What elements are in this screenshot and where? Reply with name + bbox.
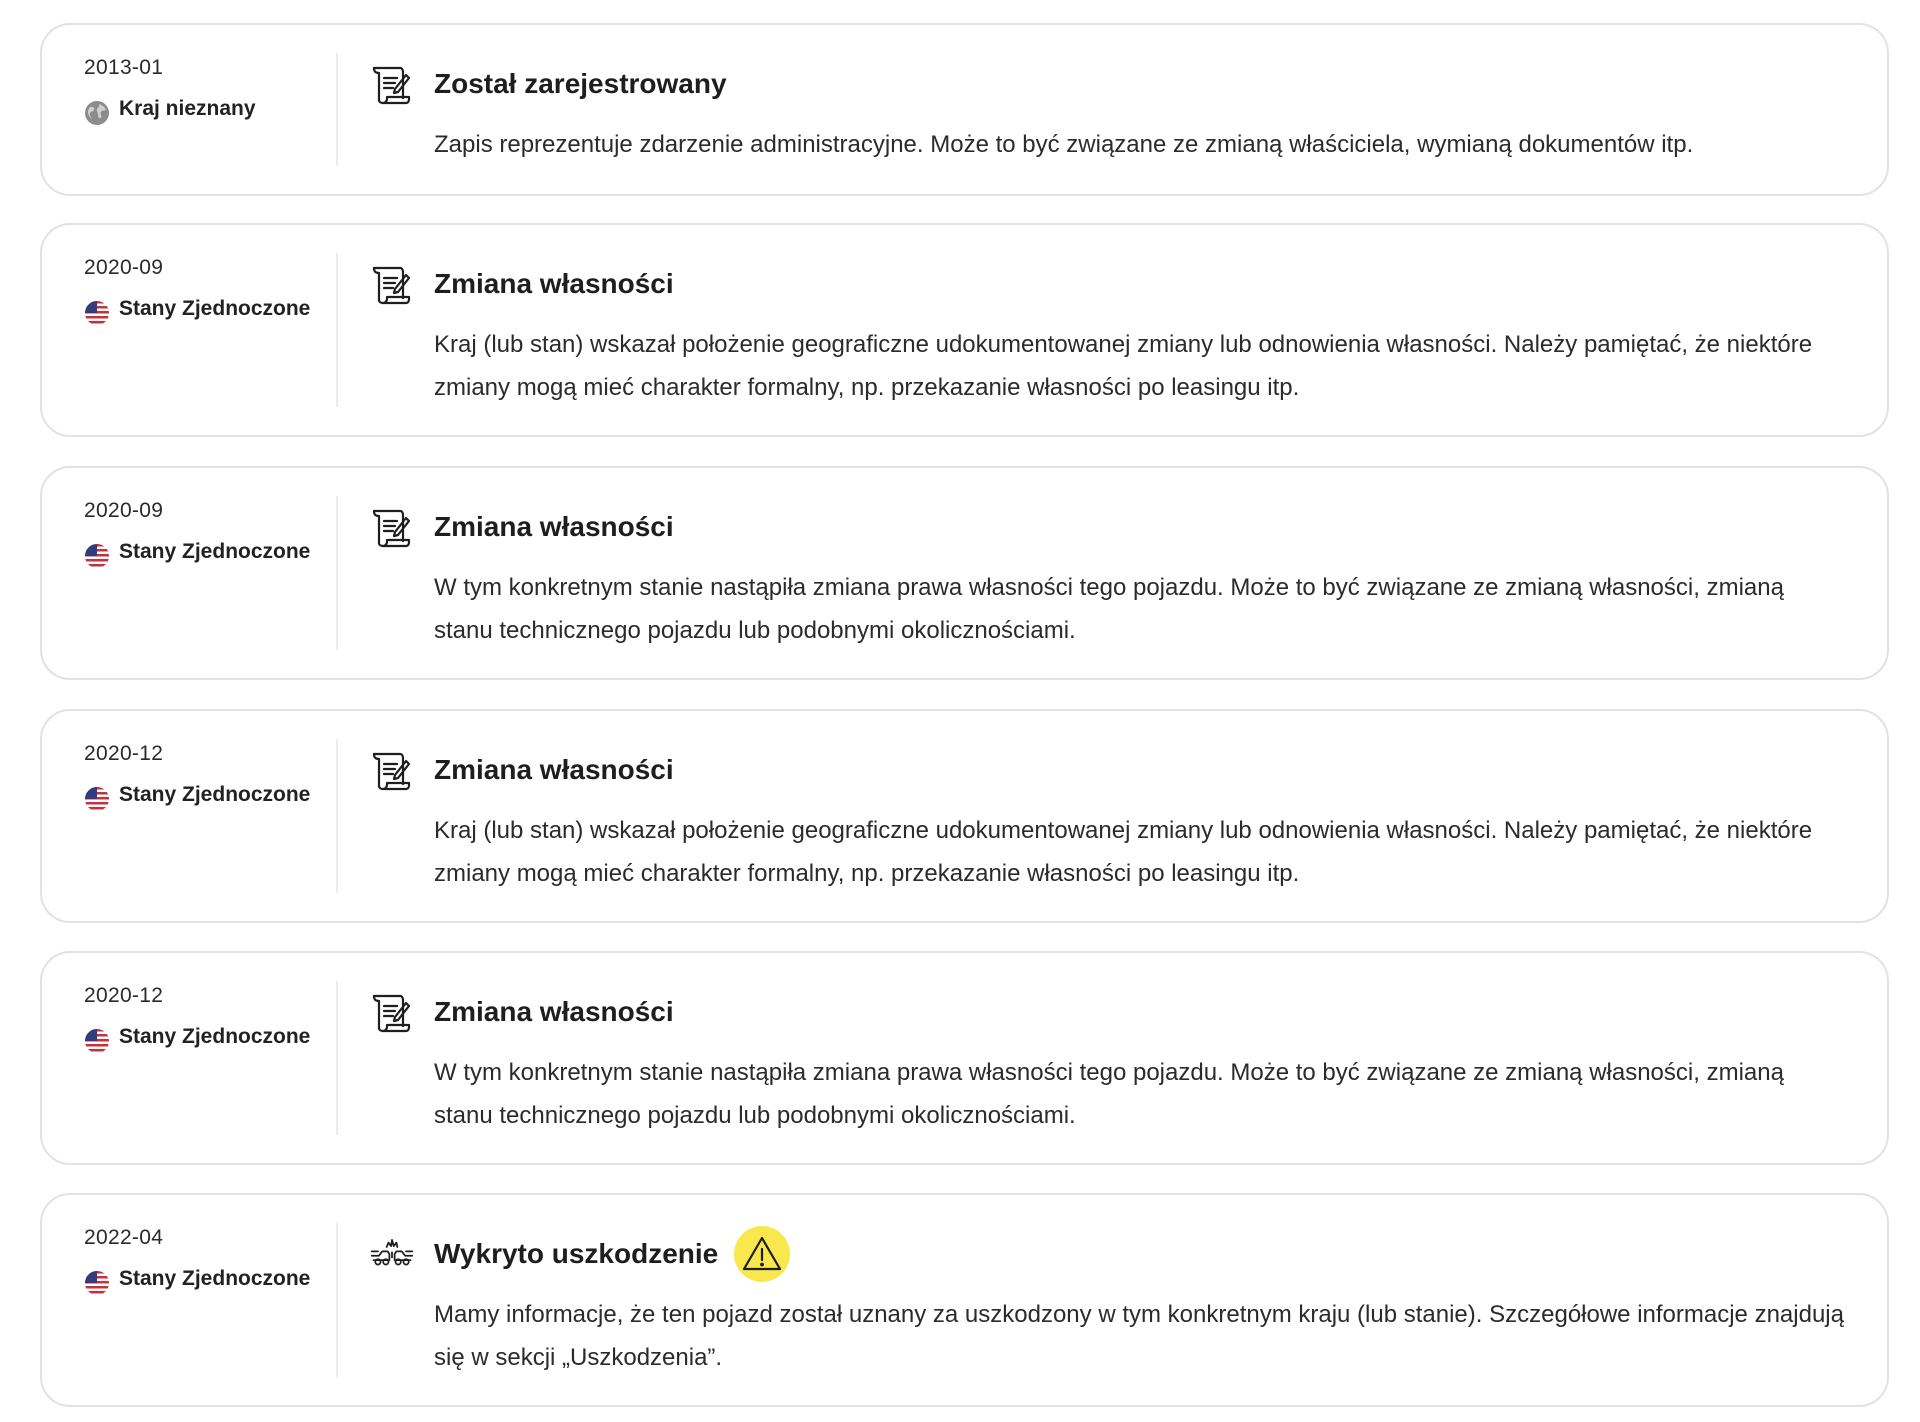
event-heading: Zmiana własności — [370, 259, 1847, 309]
event-date: 2020-09 — [84, 499, 164, 522]
event-content: Zmiana własności Kraj (lub stan) wskazał… — [370, 259, 1847, 409]
country-name: Kraj nieznany — [119, 97, 256, 120]
document-scroll-icon — [372, 66, 411, 105]
event-title: Wykryto uszkodzenie — [434, 1238, 719, 1269]
event-title: Zmiana własności — [434, 996, 674, 1027]
event-meta: 2013-01 Kraj nieznany — [84, 55, 334, 126]
event-country: Stany Zjednoczone — [84, 1265, 334, 1296]
event-description: Kraj (lub stan) wskazał położenie geogra… — [434, 331, 1813, 401]
warning-badge — [734, 1226, 791, 1282]
event-description: Kraj (lub stan) wskazał położenie geogra… — [434, 817, 1813, 887]
event-country: Kraj nieznany — [84, 95, 334, 126]
history-event-card: 2022-04 Stany Zjednoczone Wykryto uszkod… — [40, 1193, 1889, 1407]
event-date: 2020-12 — [84, 742, 164, 765]
event-title: Zmiana własności — [434, 511, 674, 542]
event-description: W tym konkretnym stanie nastąpiła zmiana… — [434, 574, 1784, 644]
card-divider — [336, 53, 338, 166]
event-heading: Zmiana własności — [370, 987, 1847, 1037]
event-country: Stany Zjednoczone — [84, 538, 334, 569]
event-content: Wykryto uszkodzenie Mamy informacje, że … — [370, 1226, 1847, 1379]
card-divider — [336, 496, 338, 650]
country-name: Stany Zjednoczone — [119, 1267, 311, 1290]
event-title: Został zarejestrowany — [434, 68, 727, 99]
event-description: Zapis reprezentuje zdarzenie administrac… — [434, 131, 1694, 158]
card-divider — [336, 1223, 338, 1377]
event-content: Zmiana własności Kraj (lub stan) wskazał… — [370, 745, 1847, 895]
event-content: Został zarejestrowany Zapis reprezentuje… — [370, 59, 1847, 166]
us-flag-icon — [85, 787, 109, 811]
event-description: W tym konkretnym stanie nastąpiła zmiana… — [434, 1059, 1784, 1129]
card-divider — [336, 739, 338, 893]
us-flag-icon — [85, 301, 109, 325]
us-flag-icon — [85, 1029, 109, 1053]
event-meta: 2020-12 Stany Zjednoczone — [84, 983, 334, 1054]
event-date: 2020-12 — [84, 984, 164, 1007]
history-event-card: 2013-01 Kraj nieznany Został zarejestrow… — [40, 23, 1889, 196]
history-event-card: 2020-12 Stany Zjednoczone Zmiana własnoś… — [40, 709, 1889, 923]
vehicle-history-timeline: 2013-01 Kraj nieznany Został zarejestrow… — [0, 0, 1920, 1422]
country-name: Stany Zjednoczone — [119, 783, 311, 806]
event-heading: Został zarejestrowany — [370, 59, 1847, 109]
event-country: Stany Zjednoczone — [84, 781, 334, 812]
document-scroll-icon — [372, 509, 411, 548]
event-heading: Zmiana własności — [370, 502, 1847, 552]
event-date: 2013-01 — [84, 56, 164, 79]
document-scroll-icon — [372, 752, 411, 791]
document-scroll-icon — [372, 266, 411, 305]
event-meta: 2022-04 Stany Zjednoczone — [84, 1225, 334, 1296]
event-country: Stany Zjednoczone — [84, 1023, 334, 1054]
event-heading: Zmiana własności — [370, 745, 1847, 795]
history-event-card: 2020-09 Stany Zjednoczone Zmiana własnoś… — [40, 466, 1889, 680]
event-title: Zmiana własności — [434, 754, 674, 785]
event-title: Zmiana własności — [434, 268, 674, 299]
card-divider — [336, 253, 338, 407]
event-description: Mamy informacje, że ten pojazd został uz… — [434, 1301, 1844, 1371]
history-event-card: 2020-09 Stany Zjednoczone Zmiana własnoś… — [40, 223, 1889, 437]
event-content: Zmiana własności W tym konkretnym stanie… — [370, 987, 1847, 1137]
history-event-card: 2020-12 Stany Zjednoczone Zmiana własnoś… — [40, 951, 1889, 1165]
event-meta: 2020-09 Stany Zjednoczone — [84, 255, 334, 326]
event-date: 2020-09 — [84, 256, 164, 279]
country-name: Stany Zjednoczone — [119, 297, 311, 320]
event-heading: Wykryto uszkodzenie — [370, 1226, 1847, 1282]
us-flag-icon — [85, 544, 109, 568]
event-content: Zmiana własności W tym konkretnym stanie… — [370, 502, 1847, 652]
us-flag-icon — [85, 1271, 109, 1295]
event-date: 2022-04 — [84, 1226, 164, 1249]
globe-icon — [85, 101, 109, 125]
card-divider — [336, 981, 338, 1135]
document-scroll-icon — [372, 994, 411, 1033]
country-name: Stany Zjednoczone — [119, 540, 311, 563]
event-meta: 2020-09 Stany Zjednoczone — [84, 498, 334, 569]
event-meta: 2020-12 Stany Zjednoczone — [84, 741, 334, 812]
warning-triangle-icon — [743, 1236, 782, 1271]
car-crash-icon — [370, 1239, 414, 1266]
country-name: Stany Zjednoczone — [119, 1025, 311, 1048]
event-country: Stany Zjednoczone — [84, 295, 334, 326]
